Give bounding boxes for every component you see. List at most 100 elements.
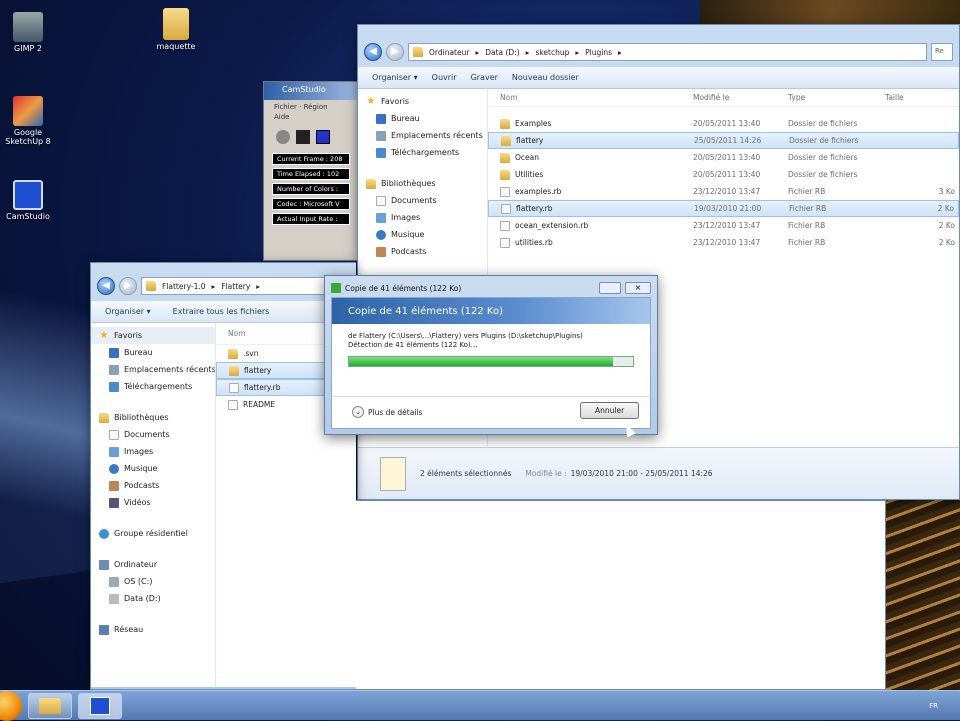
back-button[interactable]: ◀ [364, 43, 382, 61]
nav-item-downloads[interactable]: Téléchargements [358, 144, 487, 161]
column-date[interactable]: Modifié le [693, 93, 788, 102]
file-icon [500, 237, 510, 248]
nav-network[interactable]: Réseau [91, 621, 215, 638]
open-button[interactable]: Ouvrir [432, 73, 457, 82]
desktop-icon-maquette[interactable]: maquette [148, 8, 204, 51]
images-icon [109, 446, 119, 457]
stop-button[interactable] [316, 130, 330, 144]
nav-homegroup[interactable]: Groupe résidentiel [91, 525, 215, 542]
burn-button[interactable]: Graver [471, 73, 498, 82]
file-row[interactable]: Ocean 20/05/2011 13:40 Dossier de fichiers [488, 149, 959, 166]
chevron-down-icon: ⌄ [352, 406, 364, 418]
camstudio-field: Time Elapsed : 102 [272, 168, 350, 180]
nav-computer[interactable]: Ordinateur [91, 556, 215, 573]
minimize-button[interactable] [599, 282, 621, 294]
menu-item[interactable]: Aide [274, 113, 289, 121]
libraries-icon [366, 178, 376, 189]
toolbar: Organiser ▾ Extraire tous les fichiers [91, 301, 356, 323]
nav-item-videos[interactable]: Vidéos [91, 494, 215, 511]
documents-icon [109, 429, 119, 440]
taskbar-camstudio-button[interactable] [78, 692, 122, 719]
column-size[interactable]: Taille [885, 93, 959, 102]
copy-dialog[interactable]: Copie de 41 éléments (122 Ko) × Copie de… [324, 275, 658, 435]
new-folder-button[interactable]: Nouveau dossier [512, 73, 579, 82]
nav-item-podcasts[interactable]: Podcasts [91, 477, 215, 494]
column-headers: Nom Modifié le Type Taille [488, 89, 959, 107]
file-row[interactable]: examples.rb 23/12/2010 13:47 Fichier RB 3 K… [488, 183, 959, 200]
search-box[interactable]: Re [931, 43, 953, 61]
forward-button[interactable]: ▶ [386, 43, 404, 61]
wallpaper-detail [885, 495, 960, 690]
folder-icon [413, 47, 423, 57]
file-row[interactable]: utilities.rb 23/12/2010 13:47 Fichier RB 2 … [488, 234, 959, 251]
documents-icon [376, 195, 386, 206]
close-button[interactable]: × [625, 282, 651, 294]
file-row[interactable]: flattery 25/05/2011 14:26 Dossier de fichi… [488, 132, 959, 149]
breadcrumb-item[interactable]: Flattery-1.0 [162, 282, 206, 291]
nav-item-desktop[interactable]: Bureau [358, 110, 487, 127]
desktop-icon-gimp[interactable]: GIMP 2 [0, 12, 56, 53]
address-input[interactable]: Ordinateur ▸ Data (D:) ▸ sketchup ▸ Plugins… [408, 43, 927, 61]
nav-favorites[interactable]: ★ Favoris [91, 327, 215, 344]
cancel-button[interactable]: Annuler [580, 402, 640, 419]
images-icon [376, 212, 386, 223]
menu-item[interactable]: Région [304, 103, 328, 111]
nav-item-downloads[interactable]: Téléchargements [91, 378, 215, 395]
camstudio-window[interactable]: CamStudio Fichier · Région Aide Current … [263, 81, 359, 261]
language-indicator[interactable]: FR [929, 702, 938, 710]
start-button[interactable] [0, 690, 22, 721]
column-name[interactable]: Nom [488, 93, 693, 102]
divider [332, 396, 650, 397]
file-row[interactable]: Utilities 20/05/2011 13:40 Dossier de fich… [488, 166, 959, 183]
desktop-icon-sketchup[interactable]: Google SketchUp 8 [0, 96, 56, 146]
nav-item-recent[interactable]: Emplacements récents [91, 361, 215, 378]
forward-button[interactable]: ▶ [119, 277, 137, 295]
nav-libraries[interactable]: Bibliothèques [358, 175, 487, 192]
desktop-icon [109, 347, 119, 358]
nav-item-music[interactable]: Musique [358, 226, 487, 243]
nav-item-music[interactable]: Musique [91, 460, 215, 477]
breadcrumb-item[interactable]: Plugins [585, 48, 612, 57]
taskbar-explorer-button[interactable] [28, 692, 72, 719]
folder-icon [146, 281, 156, 291]
folder-icon [228, 348, 238, 359]
taskbar: FR [0, 690, 960, 721]
breadcrumb-item[interactable]: sketchup [535, 48, 569, 57]
organize-button[interactable]: Organiser ▾ [105, 307, 151, 316]
file-row[interactable]: flattery.rb 19/03/2010 21:00 Fichier RB 2 K… [488, 200, 959, 217]
videos-icon [109, 497, 119, 508]
file-row[interactable]: ocean_extension.rb 23/12/2010 13:47 Fichie… [488, 217, 959, 234]
camstudio-field: Number of Colors : [272, 183, 350, 195]
nav-item-desktop[interactable]: Bureau [91, 344, 215, 361]
folder-icon [501, 135, 511, 146]
breadcrumb-item[interactable]: Flattery [221, 282, 250, 291]
nav-item-recent[interactable]: Emplacements récents [358, 127, 487, 144]
back-button[interactable]: ◀ [97, 277, 115, 295]
explorer-window-flattery[interactable]: ◀ ▶ Flattery-1.0 ▸ Flattery ▸ Organiser ▾ … [90, 262, 356, 690]
nav-libraries[interactable]: Bibliothèques [91, 409, 215, 426]
nav-item-images[interactable]: Images [358, 209, 487, 226]
nav-item-podcasts[interactable]: Podcasts [358, 243, 487, 260]
nav-item-documents[interactable]: Documents [91, 426, 215, 443]
menu-item[interactable]: Fichier [274, 103, 297, 111]
file-row[interactable]: Examples 20/05/2011 13:40 Dossier de fichi… [488, 115, 959, 132]
organize-button[interactable]: Organiser ▾ [372, 73, 418, 82]
nav-favorites[interactable]: ★ Favoris [358, 93, 487, 110]
breadcrumb-item[interactable]: Ordinateur [429, 48, 469, 57]
nav-item-drive-c[interactable]: OS (C:) [91, 573, 215, 590]
breadcrumb-item[interactable]: Data (D:) [485, 48, 519, 57]
address-input[interactable]: Flattery-1.0 ▸ Flattery ▸ [141, 277, 350, 295]
file-icon [229, 382, 239, 393]
nav-item-documents[interactable]: Documents [358, 192, 487, 209]
nav-item-drive-d[interactable]: Data (D:) [91, 590, 215, 607]
column-type[interactable]: Type [788, 93, 885, 102]
camstudio-field: Actual Input Rate : [272, 213, 350, 225]
more-details-toggle[interactable]: ⌄ Plus de détails [352, 406, 422, 418]
extract-all-button[interactable]: Extraire tous les fichiers [173, 307, 270, 316]
computer-icon [99, 559, 109, 570]
nav-item-images[interactable]: Images [91, 443, 215, 460]
desktop-icon-camstudio[interactable]: CamStudio [0, 180, 56, 221]
pause-button[interactable] [296, 130, 310, 144]
record-button[interactable] [276, 130, 290, 144]
drive-icon [109, 576, 119, 587]
